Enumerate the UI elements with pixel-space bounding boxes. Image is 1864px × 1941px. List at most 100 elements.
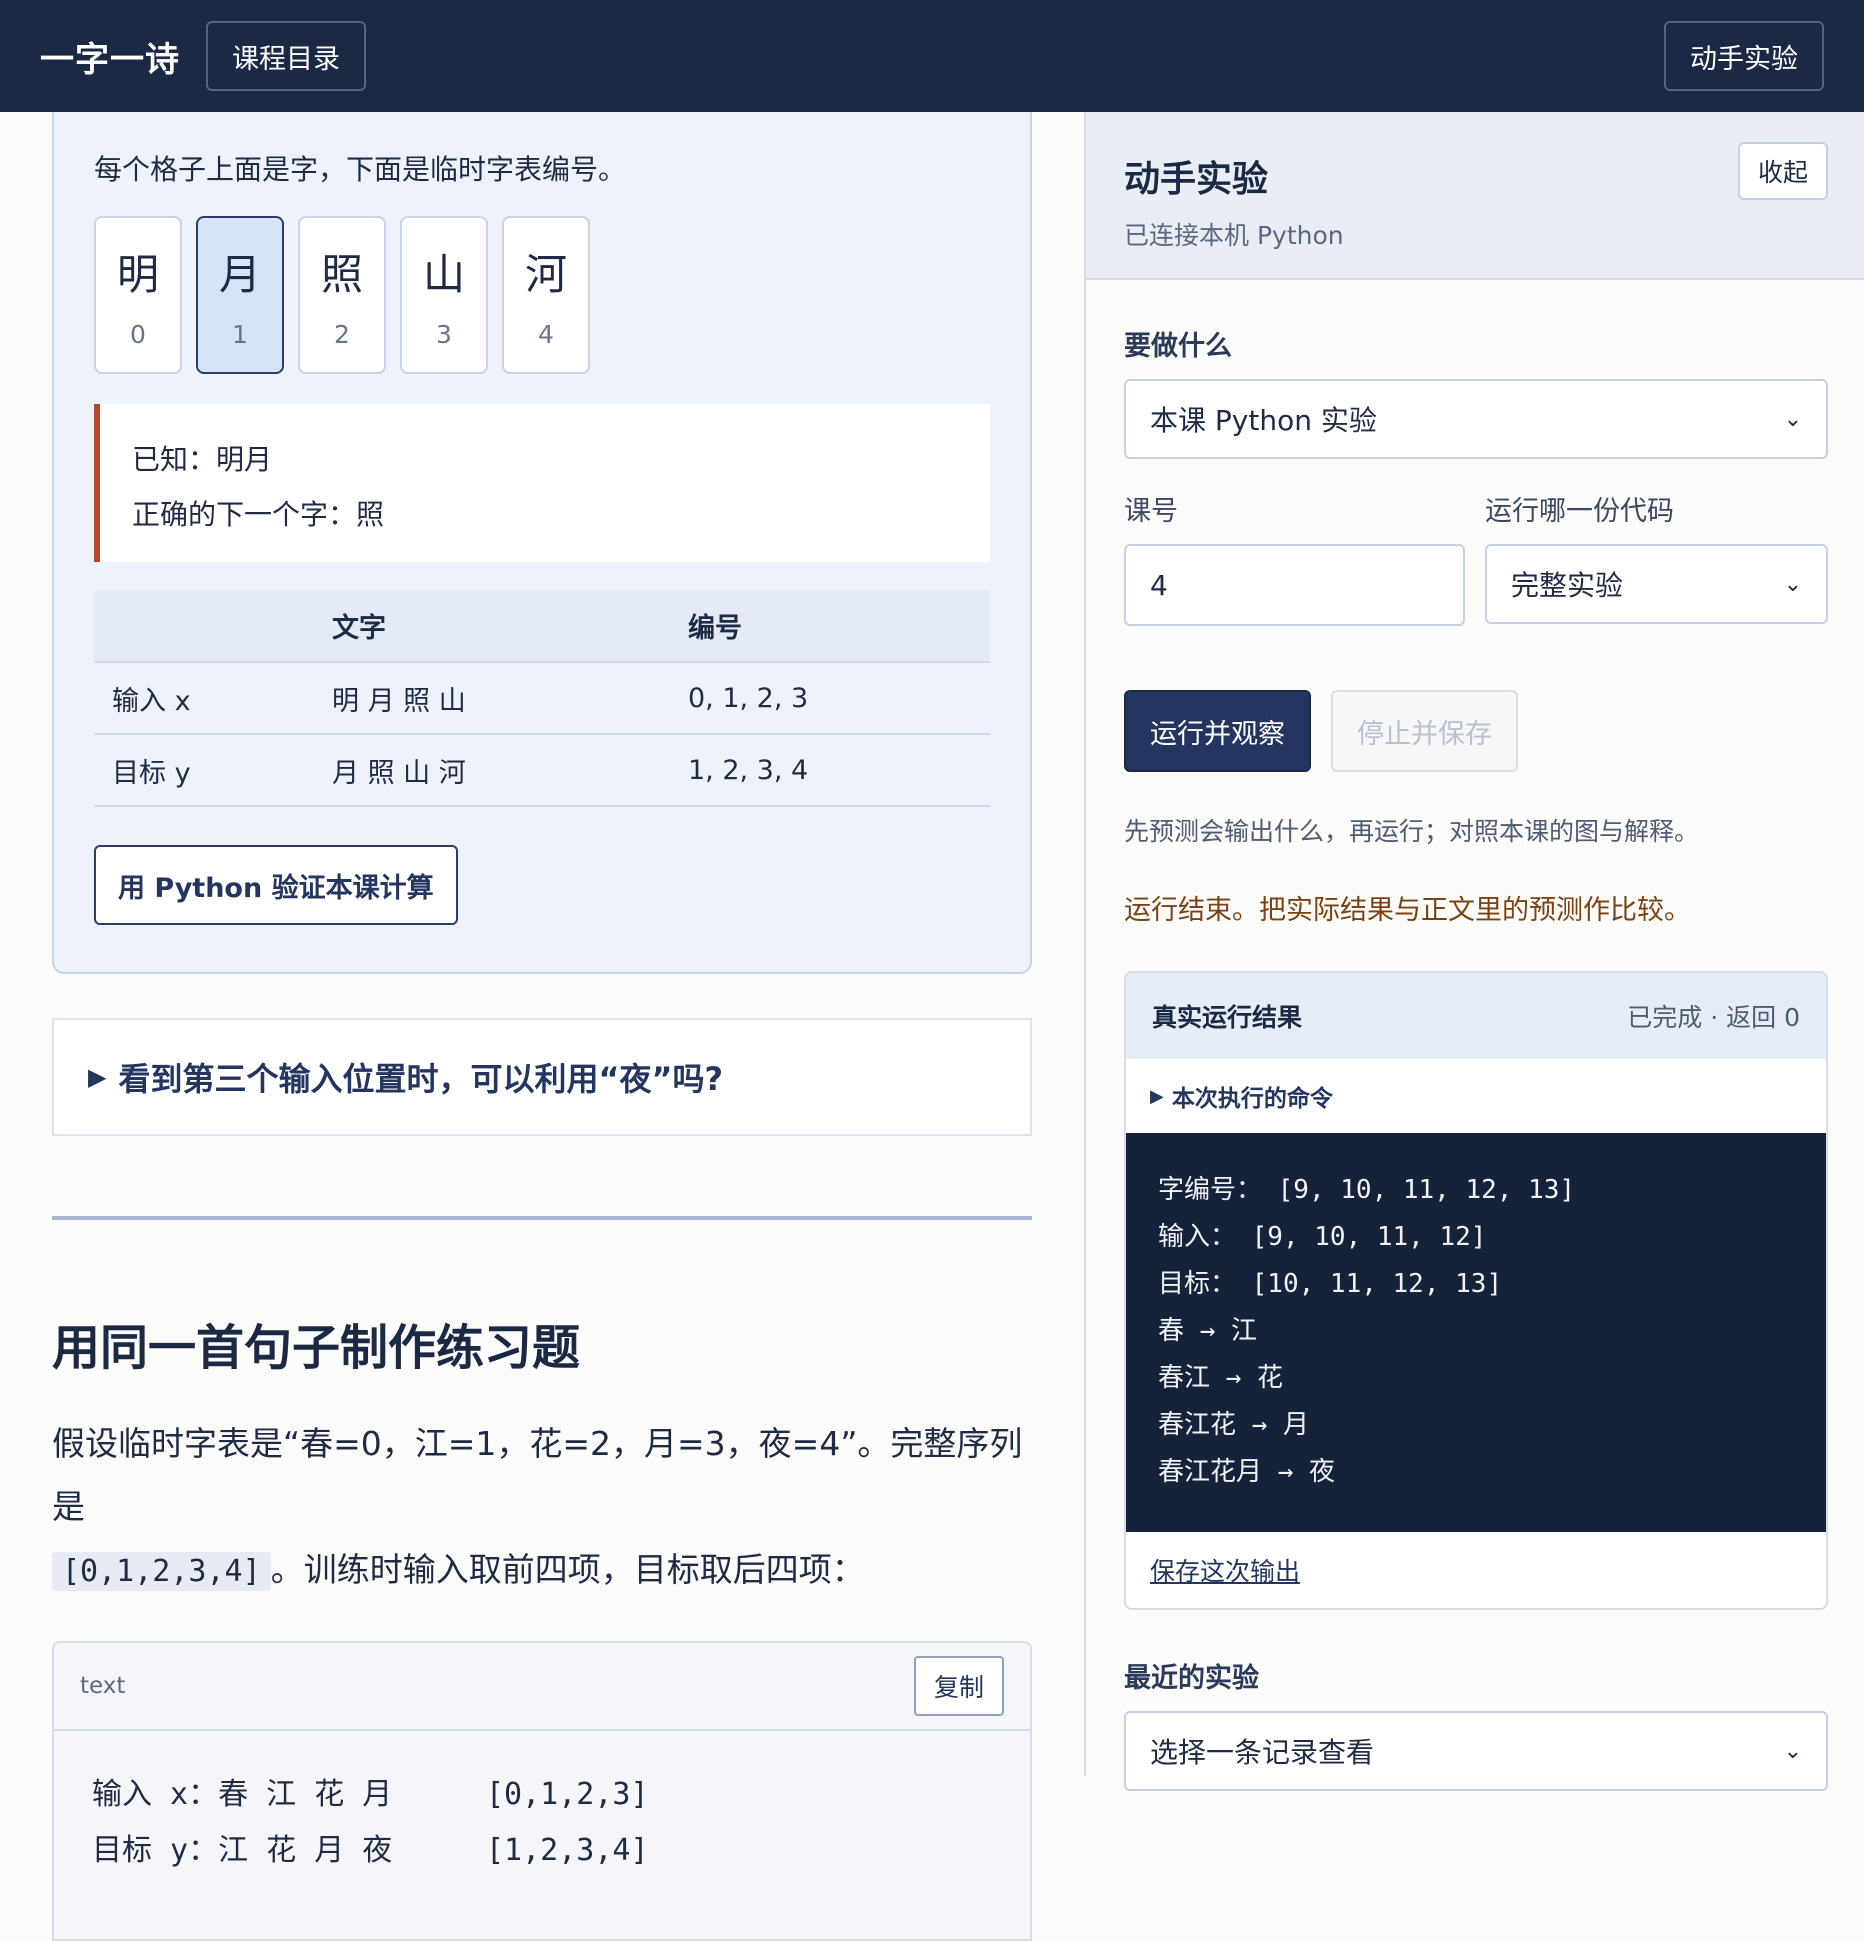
question-disclosure[interactable]: ▶ 看到第三个输入位置时，可以利用“夜”吗? <box>52 1018 1032 1136</box>
table-cell: 0, 1, 2, 3 <box>688 662 990 735</box>
run-finished-message: 运行结束。把实际结果与正文里的预测作比较。 <box>1124 895 1691 926</box>
triangle-right-icon: ▶ <box>88 1063 107 1091</box>
lab-sidebar-header: 动手实验 已连接本机 Python 收起 <box>1086 112 1864 280</box>
code-block: text 复制 输入 x：春 江 花 月 [0,1,2,3] 目标 y：江 花 … <box>52 1641 1032 1941</box>
token-char: 月 <box>218 250 261 299</box>
recent-experiments-label: 最近的实验 <box>1124 1663 1259 1694</box>
output-line: 输入： [9, 10, 11, 12] <box>1158 1222 1487 1252</box>
run-result-header: 真实运行结果 已完成 · 返回 0 <box>1126 973 1826 1059</box>
code-line-left: 目标 y：江 花 月 夜 <box>92 1833 393 1868</box>
table-cell: 1, 2, 3, 4 <box>688 734 990 807</box>
question-text: 看到第三个输入位置时，可以利用“夜”吗? <box>118 1060 724 1098</box>
token-index: 1 <box>232 320 248 349</box>
chevron-down-icon: ⌄ <box>1783 406 1802 432</box>
table-row: 目标 y 月 照 山 河 1, 2, 3, 4 <box>94 734 990 807</box>
inline-code: [0,1,2,3,4] <box>52 1552 271 1591</box>
token-index: 4 <box>538 320 554 349</box>
known-prefix: 已知：明月 <box>132 443 273 476</box>
run-result-card: 真实运行结果 已完成 · 返回 0 ▶ 本次执行的命令 字编号： [9, 10,… <box>1124 971 1828 1610</box>
table-cell: 月 照 山 河 <box>332 734 688 807</box>
table-cell: 明 月 照 山 <box>332 662 688 735</box>
table-header: 编号 <box>688 590 990 663</box>
run-hint: 先预测会输出什么，再运行；对照本课的图与解释。 <box>1124 817 1700 846</box>
token-cell[interactable]: 明 0 <box>94 216 182 374</box>
task-select-value: 本课 Python 实验 <box>1150 404 1377 437</box>
paragraph-text: 假设临时字表是“春=0，江=1，花=2，月=3，夜=4”。完整序列是 <box>52 1424 1023 1526</box>
triangle-right-icon: ▶ <box>1150 1085 1164 1107</box>
section-paragraph: 假设临时字表是“春=0，江=1，花=2，月=3，夜=4”。完整序列是 [0,1,… <box>52 1412 1032 1603</box>
code-version-value: 完整实验 <box>1511 569 1624 602</box>
chevron-down-icon: ⌄ <box>1783 1738 1802 1764</box>
collapse-button[interactable]: 收起 <box>1737 142 1828 200</box>
run-button[interactable]: 运行并观察 <box>1124 690 1311 772</box>
input-target-table: 文字 编号 输入 x 明 月 照 山 0, 1, 2, 3 目标 y 月 照 山… <box>94 590 990 807</box>
output-line: 春江花 → 月 <box>1158 1410 1309 1440</box>
lab-sidebar-body: 要做什么 本课 Python 实验 ⌄ 课号 4 运行哪一份代码 完整实验 ⌄ … <box>1086 324 1864 1791</box>
section-title: 用同一首句子制作练习题 <box>52 1320 581 1376</box>
lesson-code-row: 课号 4 运行哪一份代码 完整实验 ⌄ <box>1124 489 1828 626</box>
token-cells: 明 0 月 1 照 2 山 3 河 4 <box>94 216 990 374</box>
lab-sidebar: 动手实验 已连接本机 Python 收起 要做什么 本课 Python 实验 ⌄… <box>1084 112 1864 1791</box>
output-line: 春江 → 花 <box>1158 1363 1283 1393</box>
course-catalog-button[interactable]: 课程目录 <box>206 21 366 91</box>
table-row: 输入 x 明 月 照 山 0, 1, 2, 3 <box>94 662 990 735</box>
lesson-field-group: 课号 4 <box>1124 489 1465 626</box>
run-controls: 运行并观察 停止并保存 <box>1124 690 1828 772</box>
table-header: 文字 <box>332 590 688 663</box>
verify-with-python-button[interactable]: 用 Python 验证本课计算 <box>94 845 458 925</box>
task-select[interactable]: 本课 Python 实验 ⌄ <box>1124 379 1828 459</box>
token-demo-panel: 每个格子上面是字，下面是临时字表编号。 明 0 月 1 照 2 山 3 河 4 <box>52 112 1032 974</box>
token-char: 河 <box>524 250 567 299</box>
paragraph-text: 。训练时输入取前四项，目标取后四项： <box>270 1550 865 1589</box>
recent-experiments-select[interactable]: 选择一条记录查看 ⌄ <box>1124 1711 1828 1791</box>
lesson-number-input[interactable]: 4 <box>1124 544 1465 626</box>
lesson-number-label: 课号 <box>1124 496 1178 527</box>
correct-next-char: 正确的下一个字：照 <box>132 498 385 531</box>
recent-experiments-placeholder: 选择一条记录查看 <box>1150 1736 1375 1769</box>
copy-button[interactable]: 复制 <box>913 1656 1004 1716</box>
code-version-label: 运行哪一份代码 <box>1485 496 1674 527</box>
chevron-down-icon: ⌄ <box>1783 571 1802 597</box>
lesson-number-value: 4 <box>1150 568 1168 602</box>
token-char: 照 <box>320 250 363 299</box>
section-divider <box>52 1216 1032 1220</box>
code-version-select[interactable]: 完整实验 ⌄ <box>1485 544 1828 624</box>
known-callout: 已知：明月 正确的下一个字：照 <box>94 404 990 562</box>
code-language-label: text <box>80 1673 126 1699</box>
code-line-right: [0,1,2,3] <box>486 1777 649 1812</box>
token-index: 3 <box>436 320 452 349</box>
code-block-header: text 复制 <box>54 1643 1030 1731</box>
lab-title: 动手实验 <box>1124 159 1269 200</box>
token-cell-selected[interactable]: 月 1 <box>196 216 284 374</box>
command-disclosure[interactable]: ▶ 本次执行的命令 <box>1126 1059 1826 1133</box>
output-line: 字编号： [9, 10, 11, 12, 13] <box>1158 1175 1576 1205</box>
save-output-link[interactable]: 保存这次输出 <box>1126 1532 1826 1608</box>
code-block-body: 输入 x：春 江 花 月 [0,1,2,3] 目标 y：江 花 月 夜 [1,2… <box>54 1731 1030 1915</box>
token-cell[interactable]: 山 3 <box>400 216 488 374</box>
task-label: 要做什么 <box>1124 331 1232 362</box>
token-cell[interactable]: 河 4 <box>502 216 590 374</box>
code-line: 目标 y：江 花 月 夜 [1,2,3,4] <box>92 1823 992 1879</box>
terminal-output: 字编号： [9, 10, 11, 12, 13] 输入： [9, 10, 11,… <box>1126 1133 1826 1532</box>
token-cell[interactable]: 照 2 <box>298 216 386 374</box>
code-version-field-group: 运行哪一份代码 完整实验 ⌄ <box>1485 489 1828 626</box>
code-line-left: 输入 x：春 江 花 月 <box>92 1777 393 1812</box>
brand-title[interactable]: 一字一诗 <box>40 32 180 81</box>
output-line: 春江花月 → 夜 <box>1158 1457 1335 1487</box>
table-header <box>94 590 332 663</box>
table-cell: 输入 x <box>94 662 332 735</box>
token-char: 明 <box>116 250 159 299</box>
output-line: 春 → 江 <box>1158 1316 1257 1346</box>
token-index: 0 <box>130 320 146 349</box>
code-line: 输入 x：春 江 花 月 [0,1,2,3] <box>92 1767 992 1823</box>
token-index: 2 <box>334 320 350 349</box>
open-lab-button[interactable]: 动手实验 <box>1664 21 1824 91</box>
code-line-right: [1,2,3,4] <box>486 1833 649 1868</box>
run-result-status: 已完成 · 返回 0 <box>1627 1003 1800 1032</box>
token-char: 山 <box>422 250 465 299</box>
top-navigation-bar: 一字一诗 课程目录 动手实验 <box>0 0 1864 112</box>
table-cell: 目标 y <box>94 734 332 807</box>
command-disclosure-label: 本次执行的命令 <box>1171 1086 1333 1112</box>
stop-and-save-button[interactable]: 停止并保存 <box>1331 690 1518 772</box>
lesson-content: 每个格子上面是字，下面是临时字表编号。 明 0 月 1 照 2 山 3 河 4 <box>52 112 1032 1941</box>
